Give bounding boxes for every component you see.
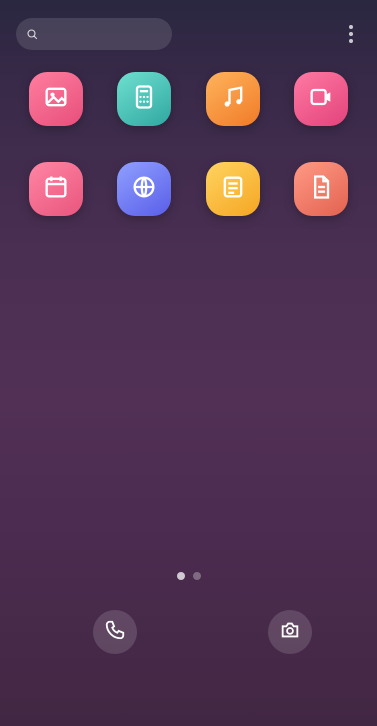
app-gallery[interactable] [12,72,100,134]
dock [0,610,377,700]
notes-icon [219,173,247,205]
dock-item-phone[interactable] [60,610,170,662]
app-tile [293,162,348,216]
calendar-icon [42,173,70,205]
app-docs[interactable] [277,162,365,224]
page-dot-2[interactable] [192,572,201,580]
video-icon [307,83,335,115]
more-vertical-icon[interactable] [337,20,365,48]
page-indicator [0,572,377,580]
dock-item-camera[interactable] [235,610,345,662]
app-tile [205,72,260,126]
search-icon [26,25,38,44]
app-grid [12,72,365,224]
search-box[interactable] [16,18,172,50]
app-calculator[interactable] [100,72,188,134]
docs-icon [307,173,335,205]
phone-icon [104,619,126,645]
app-music[interactable] [189,72,277,134]
app-tile [117,162,172,216]
app-tile [117,72,172,126]
music-icon [219,83,247,115]
app-notes[interactable] [189,162,277,224]
calculator-icon [130,83,158,115]
dock-circle [268,610,312,654]
app-browser[interactable] [100,162,188,224]
app-tile [29,162,84,216]
browser-icon [130,173,158,205]
app-tile [29,72,84,126]
app-video[interactable] [277,72,365,134]
app-tile [293,72,348,126]
dock-circle [93,610,137,654]
page-dot-1[interactable] [176,572,185,580]
gallery-icon [42,83,70,115]
app-tile [205,162,260,216]
top-bar [0,0,377,64]
camera-icon [279,619,301,645]
app-calendar[interactable] [12,162,100,224]
